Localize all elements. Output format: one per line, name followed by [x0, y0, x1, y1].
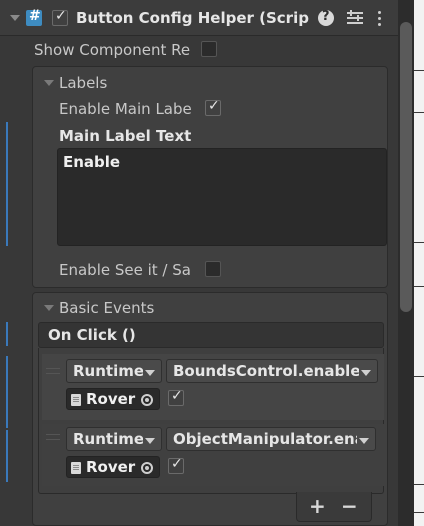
kebab-menu-icon[interactable]	[374, 9, 384, 27]
chevron-down-icon	[145, 370, 155, 376]
left-edge-marker	[6, 430, 8, 482]
event-entry-enabled-checkbox[interactable]: ✓	[168, 456, 184, 474]
object-picker-icon[interactable]	[141, 462, 153, 474]
main-label-text-value: Enable	[63, 153, 121, 171]
enable-main-label-label: Enable Main Labe	[59, 100, 192, 118]
labels-foldout-arrow-icon[interactable]	[44, 80, 54, 86]
show-component-checkbox[interactable]	[201, 41, 217, 57]
left-edge-marker	[6, 356, 8, 428]
function-dropdown-label: ObjectManipulator.ena	[173, 430, 357, 448]
component-header[interactable]: # ✓ Button Config Helper (Scrip ?	[0, 0, 398, 36]
object-picker-icon[interactable]	[141, 394, 153, 406]
remove-event-button[interactable]: −	[341, 494, 361, 518]
runtime-dropdown[interactable]: Runtime	[66, 359, 162, 383]
target-object-field[interactable]: Rover	[66, 456, 160, 478]
target-object-field[interactable]: Rover	[66, 388, 160, 410]
basic-events-foldout-arrow-icon[interactable]	[44, 305, 54, 311]
main-label-text-label: Main Label Text	[59, 127, 192, 145]
enable-main-label-checkbox[interactable]: ✓	[205, 98, 221, 116]
component-enabled-checkbox[interactable]: ✓	[52, 8, 68, 26]
drag-handle-icon[interactable]	[46, 368, 60, 374]
event-entry-enabled-checkbox[interactable]: ✓	[168, 388, 184, 406]
target-object-name: Rover	[86, 390, 136, 408]
check-icon: ✓	[55, 8, 67, 24]
add-remove-bar: + −	[296, 492, 372, 522]
inspector-panel: # ✓ Button Config Helper (Scrip ? Show C…	[0, 0, 414, 526]
function-dropdown[interactable]: BoundsControl.enable‹	[166, 359, 378, 383]
show-component-label: Show Component Re	[34, 41, 191, 59]
function-dropdown[interactable]: ObjectManipulator.ena	[166, 427, 376, 451]
foldout-arrow-icon[interactable]	[10, 15, 20, 21]
target-object-name: Rover	[86, 458, 136, 476]
right-edge-background	[414, 0, 424, 526]
add-event-button[interactable]: +	[309, 494, 329, 518]
left-edge-marker	[6, 322, 8, 346]
on-click-title: On Click ()	[48, 326, 136, 344]
preset-icon[interactable]	[346, 10, 364, 26]
chevron-down-icon	[145, 438, 155, 444]
chevron-down-icon	[361, 370, 371, 376]
main-label-text-area[interactable]: Enable	[57, 148, 387, 246]
function-dropdown-label: BoundsControl.enable‹	[173, 362, 359, 380]
labels-section-title: Labels	[59, 74, 108, 92]
check-icon: ✓	[171, 388, 183, 404]
gameobject-icon	[71, 394, 81, 406]
check-icon: ✓	[171, 456, 183, 472]
scrollbar-thumb[interactable]	[400, 22, 412, 312]
gameobject-icon	[71, 462, 81, 474]
script-icon: #	[26, 8, 42, 26]
runtime-dropdown[interactable]: Runtime	[66, 427, 162, 451]
help-icon[interactable]: ?	[318, 9, 334, 26]
chevron-down-icon	[359, 438, 369, 444]
runtime-dropdown-label: Runtime	[73, 430, 143, 448]
on-click-header: On Click ()	[38, 322, 384, 348]
drag-handle-icon[interactable]	[46, 434, 60, 440]
basic-events-title: Basic Events	[59, 299, 155, 317]
left-edge-marker	[6, 122, 8, 246]
enable-see-it-label: Enable See it / Sa	[59, 261, 191, 279]
enable-see-it-checkbox[interactable]	[205, 261, 221, 277]
check-icon: ✓	[208, 98, 220, 114]
runtime-dropdown-label: Runtime	[73, 362, 143, 380]
component-title: Button Config Helper (Scrip	[76, 9, 309, 27]
